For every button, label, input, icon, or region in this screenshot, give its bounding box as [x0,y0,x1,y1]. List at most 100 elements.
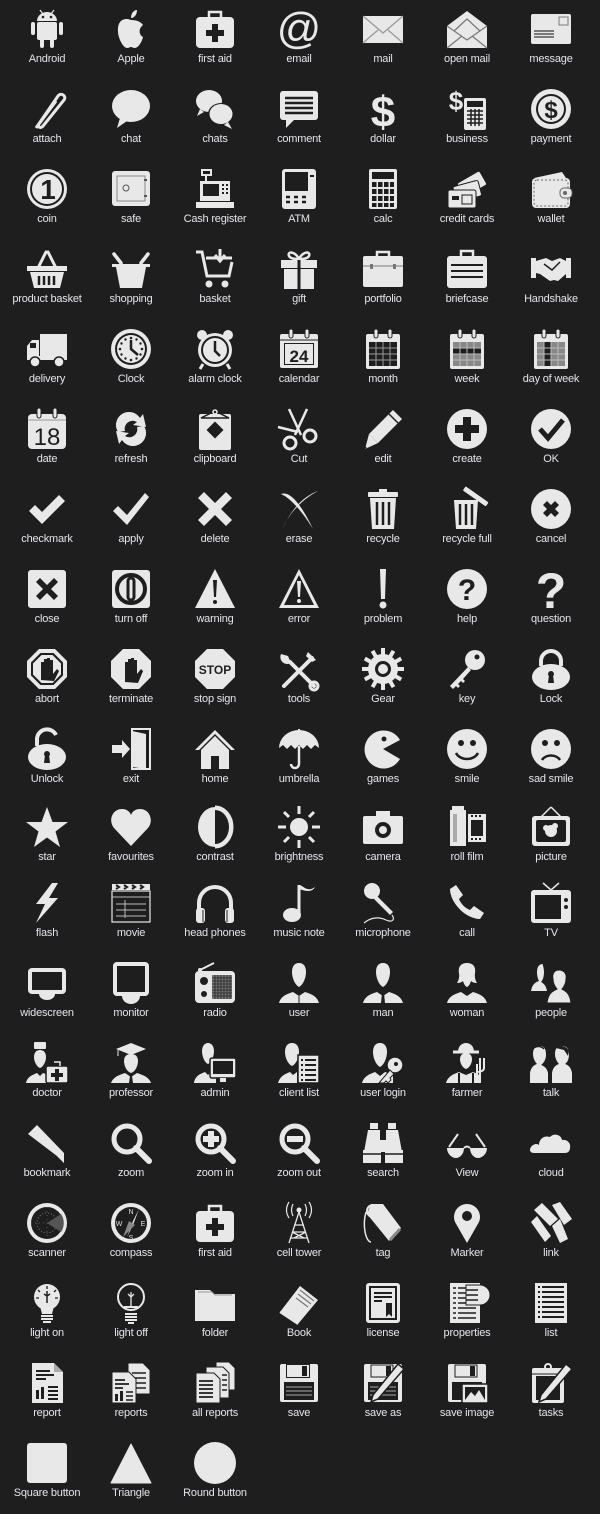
icon-tile-email[interactable]: @ email [257,0,341,80]
icon-tile-zoom-out[interactable]: zoom out [257,1114,341,1194]
icon-tile-atm[interactable]: ATM [257,160,341,240]
icon-tile-abort[interactable]: abort [5,640,89,720]
icon-tile-calc[interactable]: calc [341,160,425,240]
icon-tile-first-aid[interactable]: first aid [173,1194,257,1274]
icon-tile-error[interactable]: error [257,560,341,640]
icon-tile-clock[interactable]: Clock [89,320,173,400]
icon-tile-android[interactable]: Android [5,0,89,80]
icon-tile-reports[interactable]: reports [89,1354,173,1434]
icon-tile-week[interactable]: week [425,320,509,400]
icon-tile-shopping[interactable]: shopping [89,240,173,320]
icon-tile-cancel[interactable]: cancel [509,480,593,560]
icon-tile-camera[interactable]: camera [341,800,425,880]
icon-tile-home[interactable]: home [173,720,257,800]
icon-tile-dollar[interactable]: $ dollar [341,80,425,160]
icon-tile-cut[interactable]: Cut [257,400,341,480]
icon-tile-sad-smile[interactable]: sad smile [509,720,593,800]
icon-tile-chats[interactable]: chats [173,80,257,160]
icon-tile-delivery[interactable]: delivery [5,320,89,400]
icon-tile-star[interactable]: star [5,800,89,880]
icon-tile-wallet[interactable]: wallet [509,160,593,240]
icon-tile-tools[interactable]: tools [257,640,341,720]
icon-tile-client-list[interactable]: client list [257,1034,341,1114]
icon-tile-cell-tower[interactable]: cell tower [257,1194,341,1274]
icon-tile-contrast[interactable]: contrast [173,800,257,880]
icon-tile-chat[interactable]: chat [89,80,173,160]
icon-tile-user-login[interactable]: user login [341,1034,425,1114]
icon-tile-cash-register[interactable]: Cash register [173,160,257,240]
icon-tile-date[interactable]: 18 date [5,400,89,480]
icon-tile-scanner[interactable]: scanner [5,1194,89,1274]
icon-tile-mail[interactable]: mail [341,0,425,80]
icon-tile-microphone[interactable]: microphone [341,874,425,954]
icon-tile-music-note[interactable]: music note [257,874,341,954]
icon-tile-smile[interactable]: smile [425,720,509,800]
icon-tile-user[interactable]: user [257,954,341,1034]
icon-tile-create[interactable]: create [425,400,509,480]
icon-tile-attach[interactable]: attach [5,80,89,160]
icon-tile-tag[interactable]: tag [341,1194,425,1274]
icon-tile-product-basket[interactable]: product basket [5,240,89,320]
icon-tile-farmer[interactable]: farmer [425,1034,509,1114]
icon-tile-gear[interactable]: Gear [341,640,425,720]
icon-tile-call[interactable]: call [425,874,509,954]
icon-tile-exit[interactable]: exit [89,720,173,800]
icon-tile-basket[interactable]: basket [173,240,257,320]
icon-tile-ok[interactable]: OK [509,400,593,480]
icon-tile-problem[interactable]: problem [341,560,425,640]
icon-tile-message[interactable]: message [509,0,593,80]
icon-tile-business[interactable]: $ business [425,80,509,160]
icon-tile-briefcase[interactable]: briefcase [425,240,509,320]
icon-tile-payment[interactable]: $ payment [509,80,593,160]
icon-tile-admin[interactable]: admin [173,1034,257,1114]
icon-tile-search[interactable]: search [341,1114,425,1194]
icon-tile-apply[interactable]: apply [89,480,173,560]
icon-tile-coin[interactable]: 1 coin [5,160,89,240]
icon-tile-clipboard[interactable]: clipboard [173,400,257,480]
icon-tile-checkmark[interactable]: checkmark [5,480,89,560]
icon-tile-picture[interactable]: picture [509,800,593,880]
icon-tile-square-button[interactable]: Square button [5,1434,89,1514]
icon-tile-flash[interactable]: flash [5,874,89,954]
icon-tile-people[interactable]: people [509,954,593,1034]
icon-tile-movie[interactable]: movie [89,874,173,954]
icon-tile-man[interactable]: man [341,954,425,1034]
icon-tile-doctor[interactable]: doctor [5,1034,89,1114]
icon-tile-monitor[interactable]: monitor [89,954,173,1034]
icon-tile-zoom-in[interactable]: zoom in [173,1114,257,1194]
icon-tile-unlock[interactable]: Unlock [5,720,89,800]
icon-tile-apple[interactable]: Apple [89,0,173,80]
icon-tile-umbrella[interactable]: umbrella [257,720,341,800]
icon-tile-save-image[interactable]: save image [425,1354,509,1434]
icon-tile-favourites[interactable]: favourites [89,800,173,880]
icon-tile-report[interactable]: report [5,1354,89,1434]
icon-tile-radio[interactable]: radio [173,954,257,1034]
icon-tile-lock[interactable]: Lock [509,640,593,720]
icon-tile-turn-off[interactable]: turn off [89,560,173,640]
icon-tile-widescreen[interactable]: widescreen [5,954,89,1034]
icon-tile-alarm-clock[interactable]: alarm clock [173,320,257,400]
icon-tile-stop-sign[interactable]: STOP stop sign [173,640,257,720]
icon-tile-erase[interactable]: erase [257,480,341,560]
icon-tile-games[interactable]: games [341,720,425,800]
icon-tile-brightness[interactable]: brightness [257,800,341,880]
icon-tile-woman[interactable]: woman [425,954,509,1034]
icon-tile-day-of-week[interactable]: day of week [509,320,593,400]
icon-tile-list[interactable]: list [509,1274,593,1354]
icon-tile-safe[interactable]: safe [89,160,173,240]
icon-tile-head-phones[interactable]: head phones [173,874,257,954]
icon-tile-warning[interactable]: warning [173,560,257,640]
icon-tile-save-as[interactable]: save as [341,1354,425,1434]
icon-tile-close[interactable]: close [5,560,89,640]
icon-tile-marker[interactable]: Marker [425,1194,509,1274]
icon-tile-refresh[interactable]: refresh [89,400,173,480]
icon-tile-book[interactable]: Book [257,1274,341,1354]
icon-tile-tv[interactable]: TV [509,874,593,954]
icon-tile-license[interactable]: license [341,1274,425,1354]
icon-tile-key[interactable]: key [425,640,509,720]
icon-tile-view[interactable]: View [425,1114,509,1194]
icon-tile-bookmark[interactable]: bookmark [5,1114,89,1194]
icon-tile-terminate[interactable]: terminate [89,640,173,720]
icon-tile-month[interactable]: month [341,320,425,400]
icon-tile-link[interactable]: link [509,1194,593,1274]
